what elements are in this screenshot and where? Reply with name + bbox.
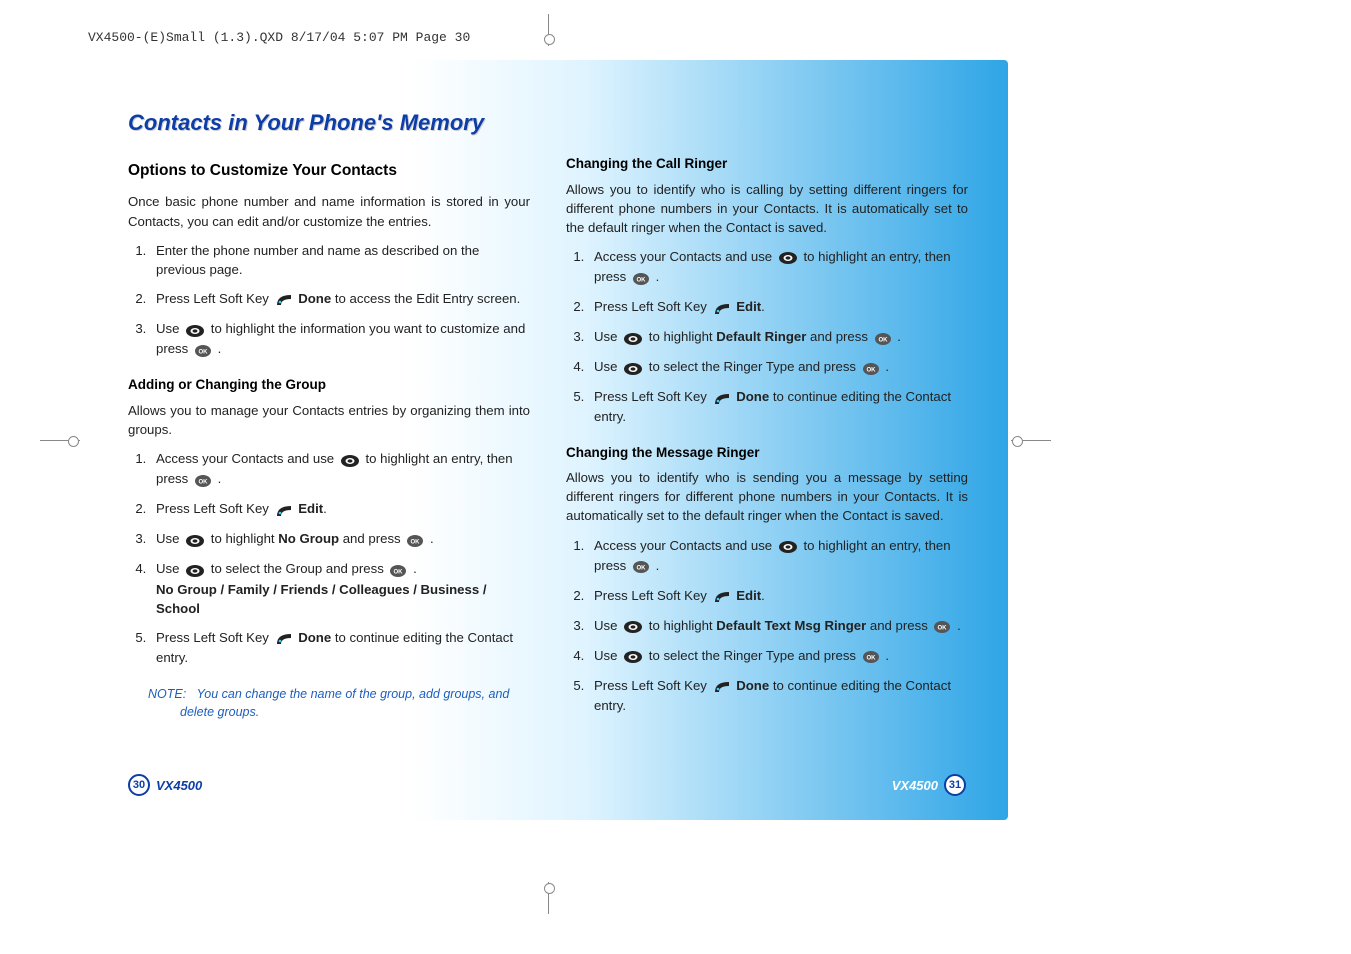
group-intro: Allows you to manage your Contacts entri… (128, 401, 530, 439)
svg-text:OK: OK (198, 479, 208, 485)
svg-text:OK: OK (411, 539, 421, 545)
page-footer: 30 VX4500 VX4500 31 (128, 774, 966, 796)
list-item: Use to highlight Default Text Msg Ringer… (588, 616, 968, 636)
msg-ringer-intro: Allows you to identify who is sending yo… (566, 468, 968, 525)
ok-key-icon: OK (389, 560, 407, 579)
list-item: Press Left Soft Key Done to continue edi… (150, 628, 530, 667)
ok-key-icon: OK (406, 530, 424, 549)
model-label-right: VX4500 (892, 778, 938, 793)
left-soft-key-icon (275, 290, 293, 309)
right-column: Changing the Call Ringer Allows you to i… (566, 154, 968, 725)
print-slug: VX4500-(E)Small (1.3).QXD 8/17/04 5:07 P… (88, 30, 470, 45)
crop-mark-bottom-icon (548, 882, 549, 914)
ok-key-icon: OK (194, 340, 212, 359)
nav-key-icon (185, 530, 205, 549)
left-soft-key-icon (713, 388, 731, 407)
model-label-left: VX4500 (156, 778, 202, 793)
page-spread: Contacts in Your Phone's Memory Options … (88, 60, 1008, 820)
page-number-right: 31 (944, 774, 966, 796)
list-item: Use to highlight the information you wan… (150, 319, 530, 359)
list-item: Use to select the Ringer Type and press … (588, 357, 968, 377)
nav-key-icon (778, 248, 798, 267)
list-item: Access your Contacts and use to highligh… (588, 247, 968, 287)
note-block: NOTE: You can change the name of the gro… (160, 677, 530, 723)
list-item: Access your Contacts and use to highligh… (588, 536, 968, 576)
steps-list-call-ringer: Access your Contacts and use to highligh… (566, 247, 968, 427)
nav-key-icon (623, 647, 643, 666)
svg-text:OK: OK (866, 367, 876, 373)
list-item: Use to select the Group and press OK .No… (150, 559, 530, 617)
list-item: Press Left Soft Key Done to continue edi… (588, 387, 968, 426)
footer-right: VX4500 31 (892, 774, 966, 796)
nav-key-icon (185, 560, 205, 579)
crop-mark-top-icon (548, 14, 549, 46)
nav-key-icon (623, 358, 643, 377)
list-item: Enter the phone number and name as descr… (150, 241, 530, 279)
page-number-left: 30 (128, 774, 150, 796)
left-soft-key-icon (713, 298, 731, 317)
svg-text:OK: OK (938, 626, 948, 632)
nav-key-icon (778, 537, 798, 556)
list-item: Press Left Soft Key Edit. (150, 499, 530, 519)
svg-text:OK: OK (866, 656, 876, 662)
nav-key-icon (185, 320, 205, 339)
note-text: You can change the name of the group, ad… (180, 687, 509, 719)
ok-key-icon: OK (632, 557, 650, 576)
page-title: Contacts in Your Phone's Memory (128, 110, 968, 136)
ok-key-icon: OK (862, 358, 880, 377)
footer-left: 30 VX4500 (128, 774, 202, 796)
svg-text:OK: OK (636, 566, 646, 572)
list-item: Press Left Soft Key Done to continue edi… (588, 676, 968, 715)
svg-text:OK: OK (636, 277, 646, 283)
list-item: Access your Contacts and use to highligh… (150, 449, 530, 489)
ok-key-icon: OK (933, 617, 951, 636)
left-soft-key-icon (713, 587, 731, 606)
list-item: Press Left Soft Key Done to access the E… (150, 289, 530, 309)
left-soft-key-icon (713, 677, 731, 696)
section-heading-options: Options to Customize Your Contacts (128, 160, 530, 182)
crop-mark-left-icon (40, 440, 80, 441)
ok-key-icon: OK (874, 328, 892, 347)
ok-key-icon: OK (194, 470, 212, 489)
left-soft-key-icon (275, 500, 293, 519)
list-item: Use to highlight No Group and press OK . (150, 529, 530, 549)
svg-text:OK: OK (878, 337, 888, 343)
svg-text:OK: OK (394, 569, 404, 575)
list-item: Press Left Soft Key Edit. (588, 297, 968, 317)
ok-key-icon: OK (862, 647, 880, 666)
svg-text:OK: OK (198, 349, 208, 355)
subheading-msg-ringer: Changing the Message Ringer (566, 443, 968, 463)
list-item: Use to highlight Default Ringer and pres… (588, 327, 968, 347)
list-item: Use to select the Ringer Type and press … (588, 646, 968, 666)
list-item: Press Left Soft Key Edit. (588, 586, 968, 606)
intro-paragraph: Once basic phone number and name informa… (128, 192, 530, 230)
nav-key-icon (623, 617, 643, 636)
left-column: Options to Customize Your Contacts Once … (128, 154, 530, 725)
crop-mark-right-icon (1011, 440, 1051, 441)
steps-list-group: Access your Contacts and use to highligh… (128, 449, 530, 667)
steps-list-msg-ringer: Access your Contacts and use to highligh… (566, 536, 968, 716)
ok-key-icon: OK (632, 268, 650, 287)
left-soft-key-icon (275, 629, 293, 648)
subheading-call-ringer: Changing the Call Ringer (566, 154, 968, 174)
nav-key-icon (340, 450, 360, 469)
steps-list-options: Enter the phone number and name as descr… (128, 241, 530, 360)
subheading-group: Adding or Changing the Group (128, 375, 530, 395)
note-label: NOTE: (148, 687, 186, 701)
call-ringer-intro: Allows you to identify who is calling by… (566, 180, 968, 237)
nav-key-icon (623, 328, 643, 347)
